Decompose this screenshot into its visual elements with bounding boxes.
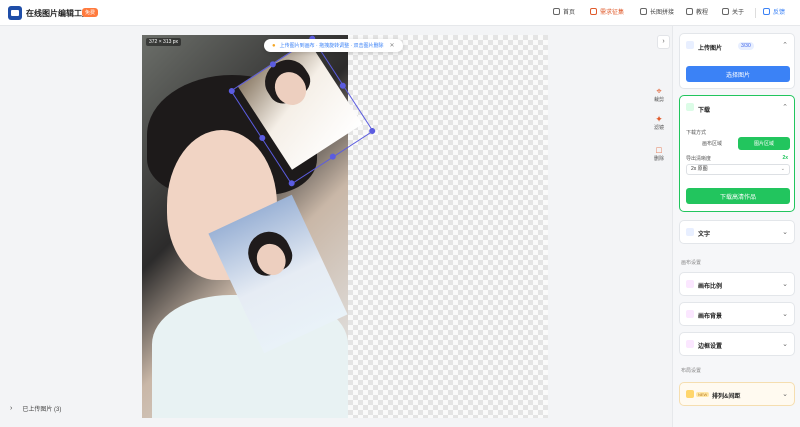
- download-hd-label: 下载高清作品: [719, 194, 756, 201]
- ratio-icon: [686, 280, 694, 288]
- delete-tool-label: 删除: [653, 156, 664, 162]
- chat-icon: [763, 8, 770, 15]
- canvas-ratio-card[interactable]: 画布比例 ⌄: [679, 272, 795, 296]
- arrange-title: 排列&间距: [712, 394, 741, 400]
- upload-icon: [686, 41, 694, 49]
- text-card[interactable]: 文字 ⌄: [679, 220, 795, 244]
- uploaded-images-label: 已上传图片 (3): [22, 407, 62, 413]
- free-badge: 免费: [82, 8, 99, 17]
- chevron-down-icon[interactable]: ⌄: [782, 310, 788, 318]
- chevron-up-icon[interactable]: ⌃: [782, 41, 788, 49]
- new-tag: NEW: [696, 392, 710, 397]
- download-mode-label: 下载方式: [686, 130, 707, 136]
- nav-feedback[interactable]: 反馈: [763, 7, 785, 16]
- palette-icon: [686, 310, 694, 318]
- nav-about-label: 关于: [732, 10, 745, 16]
- export-quality-select[interactable]: 2x 原图 ⌄: [686, 164, 790, 175]
- choose-image-button[interactable]: 选择图片: [686, 66, 790, 82]
- nav-about[interactable]: 关于: [722, 7, 744, 16]
- download-hd-button[interactable]: 下载高清作品: [686, 188, 790, 204]
- download-icon: [686, 103, 694, 111]
- magic-icon: ✦: [655, 114, 663, 124]
- upload-card: 上传图片 3/30 ⌃ 选择图片: [679, 33, 795, 89]
- book-icon: [686, 8, 693, 15]
- chevron-down-icon[interactable]: ⌄: [782, 228, 788, 236]
- collapse-panel-button[interactable]: ›: [657, 35, 670, 49]
- filter-tool[interactable]: ✦ 滤镜: [648, 114, 670, 131]
- border-icon: [686, 340, 694, 348]
- canvas-ratio-title: 画布比例: [698, 284, 723, 290]
- chevron-right-icon[interactable]: ›: [10, 405, 12, 412]
- export-multiplier: 2x: [782, 155, 788, 161]
- trash-icon: □: [656, 145, 662, 155]
- nav-requests-label: 需求征集: [600, 10, 625, 16]
- upload-count-badge: 3/30: [738, 42, 754, 50]
- crop-icon: ⌖: [656, 86, 662, 96]
- nav-home[interactable]: 首页: [553, 7, 575, 16]
- nav-feedback-label: 反馈: [773, 10, 786, 16]
- image-icon: [640, 8, 647, 15]
- arrange-card[interactable]: NEW 排列&间距 ⌄: [679, 382, 795, 406]
- filter-tool-label: 滤镜: [653, 125, 664, 131]
- choose-image-label: 选择图片: [725, 72, 750, 79]
- canvas-settings-label: 画布设置: [681, 260, 702, 266]
- export-quality-value: 2x 原图: [691, 166, 708, 172]
- crop-tool-label: 裁剪: [653, 97, 664, 103]
- download-mode-toggle: 画布区域 图片区域: [686, 137, 790, 150]
- app-title: 在线图片编辑工具: [26, 9, 90, 18]
- layout-icon: [686, 390, 694, 398]
- info-icon: [722, 8, 729, 15]
- tip-toast: ● 上传图片到画布 · 拖拽旋转调整 · 双击图片删除 ✕: [264, 39, 403, 52]
- mode-canvas-option[interactable]: 画布区域: [686, 137, 738, 150]
- mode-image-option[interactable]: 图片区域: [738, 137, 790, 150]
- nav-home-label: 首页: [563, 10, 576, 16]
- top-bar: 在线图片编辑工具 免费 首页 需求征集 长图拼接 教程 关于 反馈: [0, 0, 800, 26]
- chevron-down-icon[interactable]: ⌄: [782, 280, 788, 288]
- crop-tool[interactable]: ⌖ 裁剪: [648, 86, 670, 103]
- app-logo-icon: [8, 6, 22, 20]
- nav-divider: [755, 8, 756, 18]
- uploaded-images-bar[interactable]: › 已上传图片 (3): [10, 404, 61, 413]
- layout-settings-label: 布局设置: [681, 368, 702, 374]
- chevron-down-icon: ⌄: [780, 166, 785, 172]
- chevron-down-icon[interactable]: ⌄: [782, 340, 788, 348]
- text-icon: [686, 228, 694, 236]
- nav-requests[interactable]: 需求征集: [590, 7, 624, 16]
- download-card: 下载 ⌃ 下载方式 画布区域 图片区域 导出清晰度 2x 2x 原图 ⌄ 下载高…: [679, 95, 795, 212]
- transparent-area: [348, 35, 548, 418]
- nav-long-image-label: 长图拼接: [650, 10, 675, 16]
- download-title: 下载: [698, 108, 711, 114]
- border-title: 边框设置: [698, 344, 723, 350]
- resize-handle[interactable]: [268, 60, 278, 69]
- upload-title: 上传图片: [698, 46, 723, 52]
- close-icon[interactable]: ✕: [390, 42, 395, 49]
- settings-panel: 上传图片 3/30 ⌃ 选择图片 下载 ⌃ 下载方式 画布区域 图片区域 导出清…: [672, 26, 800, 427]
- border-card[interactable]: 边框设置 ⌄: [679, 332, 795, 356]
- chevron-down-icon[interactable]: ⌄: [782, 390, 788, 398]
- canvas-background-title: 画布背景: [698, 314, 723, 320]
- tip-text: 上传图片到画布 · 拖拽旋转调整 · 双击图片删除: [279, 43, 384, 49]
- heart-icon: [590, 8, 597, 15]
- canvas-background-card[interactable]: 画布背景 ⌄: [679, 302, 795, 326]
- lightbulb-icon: ●: [272, 42, 276, 49]
- canvas-size-badge: 372 × 313 px: [146, 38, 182, 46]
- text-card-title: 文字: [698, 232, 711, 238]
- home-icon: [553, 8, 560, 15]
- chevron-up-icon[interactable]: ⌃: [782, 103, 788, 111]
- delete-tool[interactable]: □ 删除: [648, 145, 670, 162]
- nav-tutorial-label: 教程: [696, 10, 709, 16]
- nav-tutorial[interactable]: 教程: [686, 7, 708, 16]
- nav-long-image[interactable]: 长图拼接: [640, 7, 674, 16]
- export-quality-label: 导出清晰度: [686, 156, 712, 162]
